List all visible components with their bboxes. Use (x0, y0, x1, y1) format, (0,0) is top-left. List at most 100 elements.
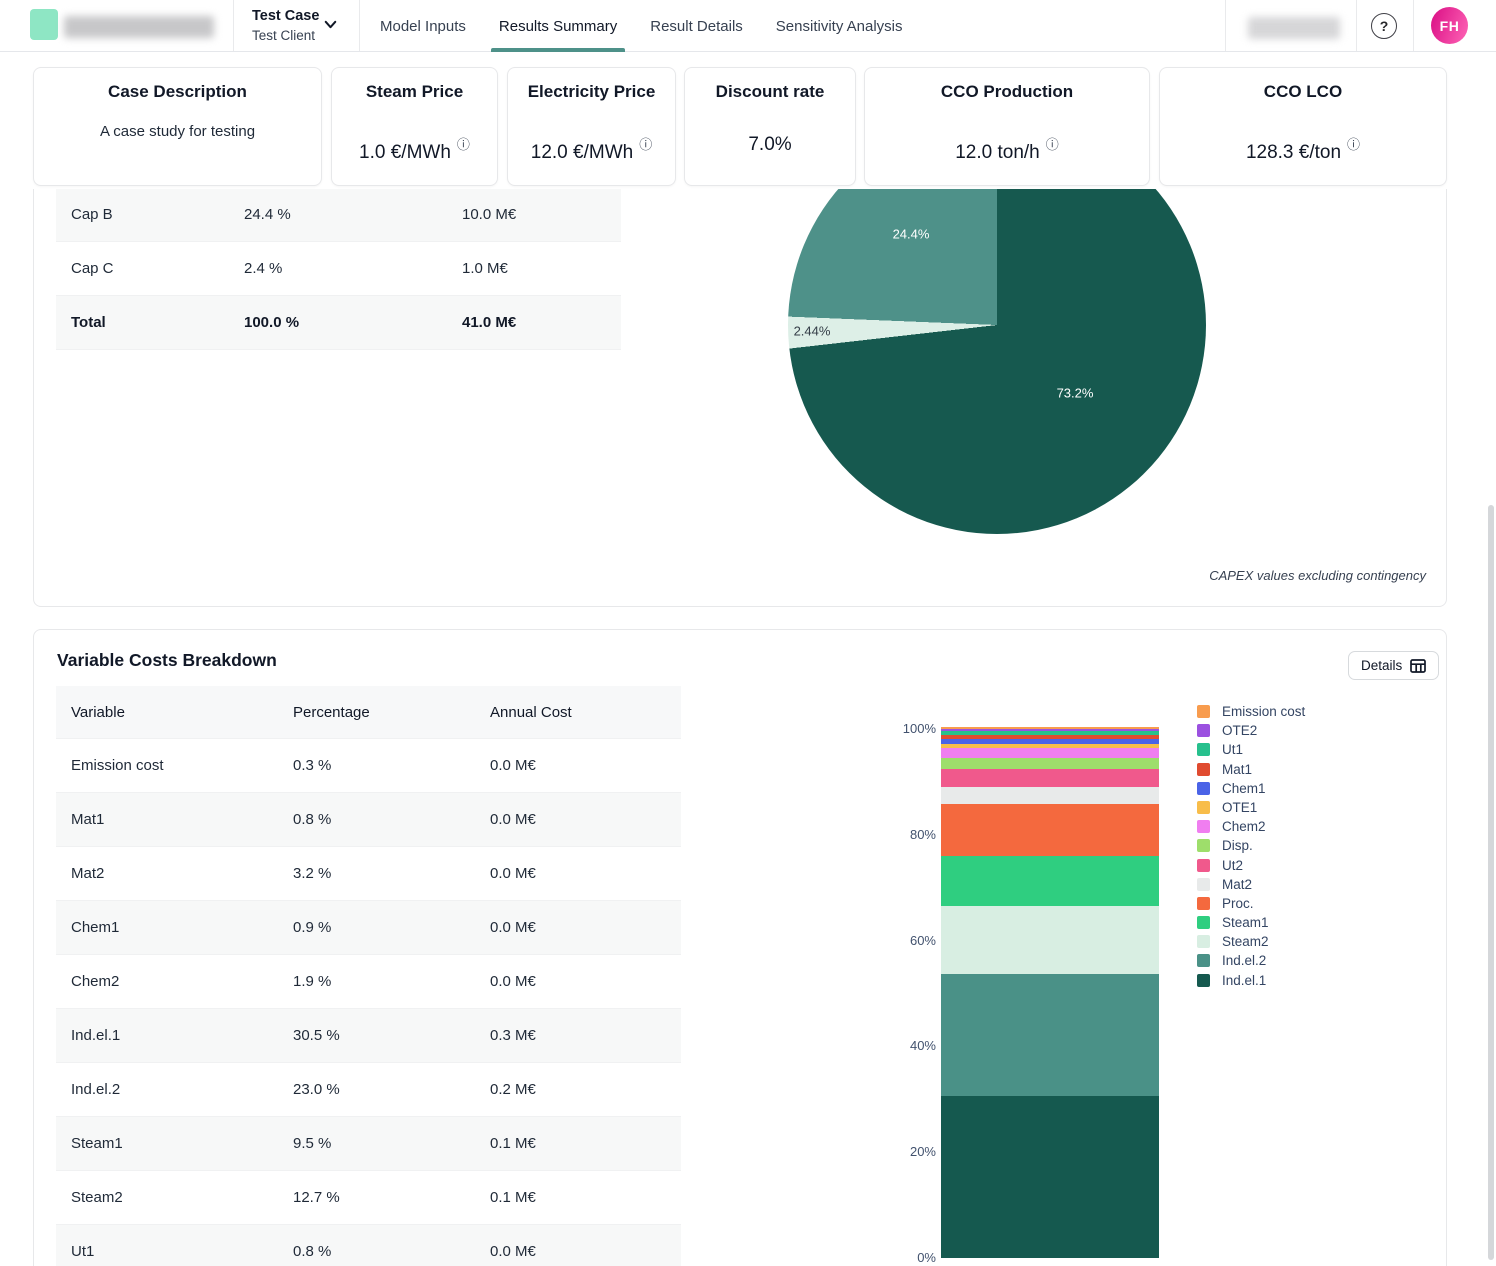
legend-item-steam2[interactable]: Steam2 (1197, 935, 1305, 948)
bar-segment-steam2 (941, 906, 1159, 973)
table-cell: 0.0 M€ (490, 757, 536, 774)
legend-item-steam1[interactable]: Steam1 (1197, 916, 1305, 929)
vertical-scrollbar[interactable] (1488, 505, 1494, 1260)
legend-item-chem1[interactable]: Chem1 (1197, 782, 1305, 795)
legend-label: Ind.el.1 (1222, 974, 1266, 987)
tab-result-details[interactable]: Result Details (650, 0, 743, 52)
legend-label: Ut2 (1222, 859, 1243, 872)
summary-card-cco-production: CCO Production12.0 ton/hⓘ (864, 67, 1150, 186)
table-cell: 24.4 % (244, 206, 291, 223)
stacked-bar-chart (941, 727, 1159, 1258)
tab-results-summary[interactable]: Results Summary (499, 0, 617, 52)
table-cell: 12.7 % (293, 1189, 340, 1206)
legend-swatch (1197, 954, 1210, 967)
legend-item-ote2[interactable]: OTE2 (1197, 724, 1305, 737)
legend-item-ind-el-2[interactable]: Ind.el.2 (1197, 954, 1305, 967)
summary-card-discount-rate: Discount rate7.0% (684, 67, 856, 186)
table-cell: 0.8 % (293, 811, 331, 828)
table-cell: 0.0 M€ (490, 919, 536, 936)
legend-label: OTE1 (1222, 801, 1257, 814)
legend-item-ote1[interactable]: OTE1 (1197, 801, 1305, 814)
legend-item-proc-[interactable]: Proc. (1197, 897, 1305, 910)
bar-segment-ind-el-1 (941, 1096, 1159, 1258)
legend-item-chem2[interactable]: Chem2 (1197, 820, 1305, 833)
legend-item-ut2[interactable]: Ut2 (1197, 859, 1305, 872)
table-cell: 9.5 % (293, 1135, 331, 1152)
legend-label: Chem2 (1222, 820, 1266, 833)
pie-label-73: 73.2% (1057, 386, 1094, 401)
legend-item-mat1[interactable]: Mat1 (1197, 763, 1305, 776)
table-cell: 41.0 M€ (462, 314, 516, 331)
tab-sensitivity-analysis[interactable]: Sensitivity Analysis (776, 0, 903, 52)
help-icon[interactable]: ? (1371, 13, 1397, 39)
card-value: 12.0 ton/hⓘ (865, 134, 1149, 164)
table-row: Ind.el.130.5 %0.3 M€ (56, 1009, 681, 1063)
variable-costs-panel: Variable Costs Breakdown Details Variabl… (33, 629, 1447, 1266)
pie-label-2: 2.44% (794, 324, 831, 339)
user-avatar[interactable]: FH (1431, 7, 1468, 44)
app-viewport: Test Case Test Client Model InputsResult… (0, 0, 1496, 1266)
summary-card-cco-lco: CCO LCO 128.3 €/tonⓘ (1159, 67, 1447, 186)
table-cell: Mat1 (71, 811, 104, 828)
card-title: Electricity Price (508, 82, 675, 102)
legend-item-mat2[interactable]: Mat2 (1197, 878, 1305, 891)
info-icon[interactable]: ⓘ (1347, 137, 1360, 152)
bar-segment-ind-el-2 (941, 974, 1159, 1096)
bar-segment-proc- (941, 804, 1159, 856)
table-cell: Ut1 (71, 1243, 94, 1260)
table-cell: Mat2 (71, 865, 104, 882)
legend-label: Emission cost (1222, 705, 1305, 718)
table-cell: 10.0 M€ (462, 206, 516, 223)
legend-item-ind-el-1[interactable]: Ind.el.1 (1197, 974, 1305, 987)
info-icon[interactable]: ⓘ (639, 137, 652, 152)
tab-model-inputs[interactable]: Model Inputs (380, 0, 466, 52)
col-header-percentage: Percentage (293, 704, 370, 721)
table-cell: 0.3 M€ (490, 1027, 536, 1044)
table-row: Mat23.2 %0.0 M€ (56, 847, 681, 901)
pie-label-24: 24.4% (893, 227, 930, 242)
capex-caption: CAPEX values excluding contingency (1209, 568, 1426, 583)
legend-item-ut1[interactable]: Ut1 (1197, 743, 1305, 756)
legend-swatch (1197, 935, 1210, 948)
legend-label: Ut1 (1222, 743, 1243, 756)
summary-card-electricity-price: Electricity Price 12.0 €/MWhⓘ (507, 67, 676, 186)
legend-label: Chem1 (1222, 782, 1266, 795)
table-cell: Steam1 (71, 1135, 123, 1152)
card-title: CCO LCO (1160, 82, 1446, 102)
table-cell: Chem2 (71, 973, 119, 990)
y-axis-tick: 20% (876, 1144, 936, 1159)
table-cell: 0.0 M€ (490, 973, 536, 990)
redacted-logo-text (64, 16, 214, 38)
legend-swatch (1197, 897, 1210, 910)
legend-item-emission-cost[interactable]: Emission cost (1197, 705, 1305, 718)
nav-divider (1413, 0, 1414, 51)
table-cell: 0.0 M€ (490, 811, 536, 828)
section-title: Variable Costs Breakdown (57, 650, 277, 671)
table-cell: 0.1 M€ (490, 1135, 536, 1152)
legend-item-disp-[interactable]: Disp. (1197, 839, 1305, 852)
legend-swatch (1197, 878, 1210, 891)
card-value: 128.3 €/tonⓘ (1160, 134, 1446, 164)
table-row: Steam1 9.5 % 0.1 M€ (56, 1117, 681, 1171)
card-title: Steam Price (332, 82, 497, 102)
table-cell: Emission cost (71, 757, 164, 774)
info-icon[interactable]: ⓘ (457, 137, 470, 152)
table-cell: Chem1 (71, 919, 119, 936)
redacted-header-text (1248, 17, 1340, 39)
table-cell: 1.0 M€ (462, 260, 508, 277)
legend-swatch (1197, 839, 1210, 852)
table-row: Ind.el.223.0 %0.2 M€ (56, 1063, 681, 1117)
legend-label: Steam2 (1222, 935, 1269, 948)
table-row: Chem21.9 %0.0 M€ (56, 955, 681, 1009)
legend-swatch (1197, 724, 1210, 737)
summary-card-case-description: Case DescriptionA case study for testing (33, 67, 322, 186)
table-header-row: Variable Percentage Annual Cost (56, 686, 681, 739)
card-value: 12.0 €/MWhⓘ (508, 134, 675, 164)
chevron-down-icon[interactable] (322, 16, 339, 38)
nav-divider (1356, 0, 1357, 51)
details-button[interactable]: Details (1348, 651, 1439, 680)
info-icon[interactable]: ⓘ (1046, 137, 1059, 152)
table-row: Ut10.8 %0.0 M€ (56, 1225, 681, 1266)
table-row: Mat1 0.8 % 0.0 M€ (56, 793, 681, 847)
table-row: Cap B24.4 %10.0 M€ (56, 188, 621, 242)
